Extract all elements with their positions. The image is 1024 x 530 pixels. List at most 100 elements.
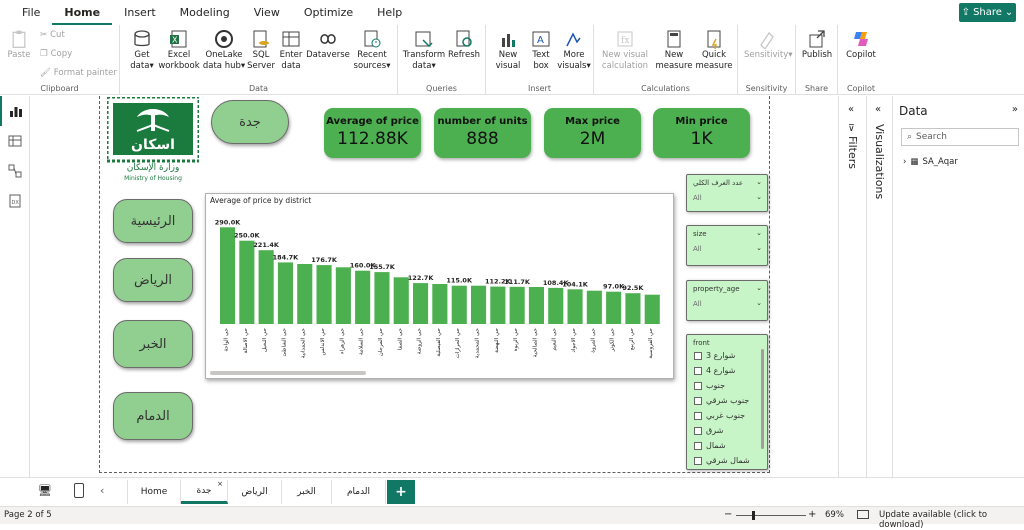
- slicer-front[interactable]: front شوارع 3 شوارع 4 جنوب جنوب شرقي جنو…: [686, 334, 768, 470]
- chart-bar[interactable]: [393, 277, 409, 324]
- chart-bar[interactable]: [509, 286, 525, 324]
- new-measure-button[interactable]: New measure: [654, 29, 694, 72]
- slicer-option[interactable]: جنوب شرقي: [687, 393, 761, 408]
- new-visual-button[interactable]: New visual: [490, 29, 526, 72]
- chart-bar[interactable]: [277, 262, 293, 324]
- expand-visualizations-icon[interactable]: «: [875, 104, 881, 115]
- sql-server-button[interactable]: SQL Server: [246, 29, 276, 72]
- slicer-rooms[interactable]: عدد الغرف الكلي ⌄ All ⌄: [686, 174, 768, 212]
- chart-bar[interactable]: [258, 250, 274, 324]
- current-city-button[interactable]: جدة: [211, 100, 289, 144]
- recent-sources-button[interactable]: Recent sources▾: [350, 29, 394, 72]
- data-search-box[interactable]: ⌕ Search: [901, 128, 1019, 146]
- slicer-option[interactable]: شمال: [687, 438, 761, 453]
- page-tab-khobar[interactable]: الخبر: [282, 480, 332, 504]
- chart-bar[interactable]: [567, 289, 583, 324]
- menu-view[interactable]: View: [242, 0, 292, 25]
- chart-bar[interactable]: [644, 294, 660, 324]
- menu-optimize[interactable]: Optimize: [292, 0, 365, 25]
- share-button[interactable]: ⇪ Share ⌄: [959, 3, 1016, 22]
- bar-chart-visual[interactable]: Average of price by district 290.0K حي ال…: [205, 193, 674, 379]
- checkbox[interactable]: [694, 396, 702, 405]
- zoom-slider[interactable]: [736, 515, 806, 516]
- kpi-number-of-units[interactable]: number of units 888: [434, 108, 531, 158]
- get-data-button[interactable]: Get data▾: [122, 29, 162, 72]
- chart-bar[interactable]: [471, 285, 487, 324]
- menu-insert[interactable]: Insert: [112, 0, 168, 25]
- refresh-button[interactable]: Refresh: [446, 29, 482, 61]
- zoom-in-icon[interactable]: +: [808, 509, 816, 520]
- chart-bar[interactable]: [490, 286, 506, 324]
- menu-modeling[interactable]: Modeling: [168, 0, 242, 25]
- page-tab-home[interactable]: Home: [127, 480, 181, 504]
- kpi-average-price[interactable]: Average of price 112.88K: [324, 108, 421, 158]
- transform-data-button[interactable]: Transform data▾: [402, 29, 446, 72]
- publish-button[interactable]: Publish: [798, 29, 836, 61]
- enter-data-button[interactable]: Enter data: [276, 29, 306, 72]
- table-item-sa-aqar[interactable]: › ▦ SA_Aqar: [903, 157, 958, 167]
- text-box-button[interactable]: A Text box: [526, 29, 556, 72]
- checkbox[interactable]: [694, 426, 702, 435]
- nav-button-khobar[interactable]: الخبر: [113, 320, 193, 368]
- close-tab-icon[interactable]: ×: [217, 480, 223, 488]
- chart-bar[interactable]: [413, 283, 429, 324]
- checkbox[interactable]: [694, 411, 702, 420]
- copilot-button[interactable]: Copilot: [841, 29, 881, 61]
- table-view-button[interactable]: [0, 126, 30, 156]
- menu-home[interactable]: Home: [52, 0, 113, 25]
- page-tab-jeddah[interactable]: جدة ×: [181, 480, 228, 504]
- sensitivity-button[interactable]: Sensitivity▾: [744, 29, 793, 61]
- new-visual-calculation-button[interactable]: fx New visual calculation: [598, 29, 652, 72]
- report-view-button[interactable]: [0, 96, 30, 126]
- excel-workbook-button[interactable]: X Excel workbook: [158, 29, 200, 72]
- menu-file[interactable]: File: [10, 0, 52, 25]
- mobile-layout-icon[interactable]: [74, 483, 84, 498]
- collapse-data-icon[interactable]: »: [1012, 104, 1018, 115]
- slicer-size[interactable]: size ⌄ All ⌄: [686, 225, 768, 266]
- more-visuals-button[interactable]: More visuals▾: [556, 29, 592, 72]
- kpi-max-price[interactable]: Max price 2M: [544, 108, 641, 158]
- filters-label[interactable]: Filters: [846, 136, 859, 169]
- dataverse-button[interactable]: Dataverse: [306, 29, 350, 61]
- chart-bar[interactable]: [625, 293, 641, 324]
- slicer-property-age[interactable]: property_age ⌄ All ⌄: [686, 280, 768, 321]
- checkbox[interactable]: [694, 351, 702, 360]
- checkbox[interactable]: [694, 456, 702, 465]
- update-notice[interactable]: Update available (click to download): [879, 510, 1024, 530]
- kpi-min-price[interactable]: Min price 1K: [653, 108, 750, 158]
- nav-button-dammam[interactable]: الدمام: [113, 392, 193, 440]
- chart-bar[interactable]: [220, 227, 236, 324]
- visualizations-label[interactable]: Visualizations: [873, 124, 886, 199]
- copy-button[interactable]: ❐ Copy: [40, 49, 72, 59]
- chart-bar[interactable]: [316, 265, 332, 324]
- nav-button-riyadh[interactable]: الرياض: [113, 258, 193, 302]
- zoom-slider-thumb[interactable]: [752, 511, 755, 520]
- model-view-button[interactable]: [0, 156, 30, 186]
- checkbox[interactable]: [694, 441, 702, 450]
- checkbox[interactable]: [694, 381, 702, 390]
- chart-bar[interactable]: [451, 285, 467, 324]
- chart-bar[interactable]: [528, 287, 544, 324]
- add-page-button[interactable]: +: [387, 480, 415, 504]
- cut-button[interactable]: ✂ Cut: [40, 30, 65, 40]
- desktop-layout-icon[interactable]: 🖥: [38, 484, 52, 497]
- page-tab-dammam[interactable]: الدمام: [332, 480, 386, 504]
- zoom-out-icon[interactable]: −: [724, 509, 732, 520]
- paste-button[interactable]: Paste: [2, 29, 36, 61]
- dax-query-view-button[interactable]: DX: [0, 186, 30, 216]
- chart-bar[interactable]: [432, 284, 448, 324]
- slicer-option[interactable]: جنوب غربي: [687, 408, 761, 423]
- format-painter-button[interactable]: 🖌 Format painter: [40, 68, 117, 78]
- chart-bar[interactable]: [606, 291, 622, 324]
- menu-help[interactable]: Help: [365, 0, 414, 25]
- chart-bar[interactable]: [355, 270, 371, 324]
- slicer-option[interactable]: شمال شرقي: [687, 453, 761, 468]
- slicer-option[interactable]: شوارع 3: [687, 348, 761, 363]
- chart-bar[interactable]: [374, 272, 390, 324]
- slicer-option[interactable]: شوارع 4: [687, 363, 761, 378]
- chart-bar[interactable]: [335, 267, 351, 324]
- chart-bar[interactable]: [239, 240, 255, 324]
- chart-bar[interactable]: [548, 287, 564, 324]
- onelake-button[interactable]: OneLake data hub▾: [202, 29, 246, 72]
- chart-scrollbar[interactable]: [210, 371, 366, 375]
